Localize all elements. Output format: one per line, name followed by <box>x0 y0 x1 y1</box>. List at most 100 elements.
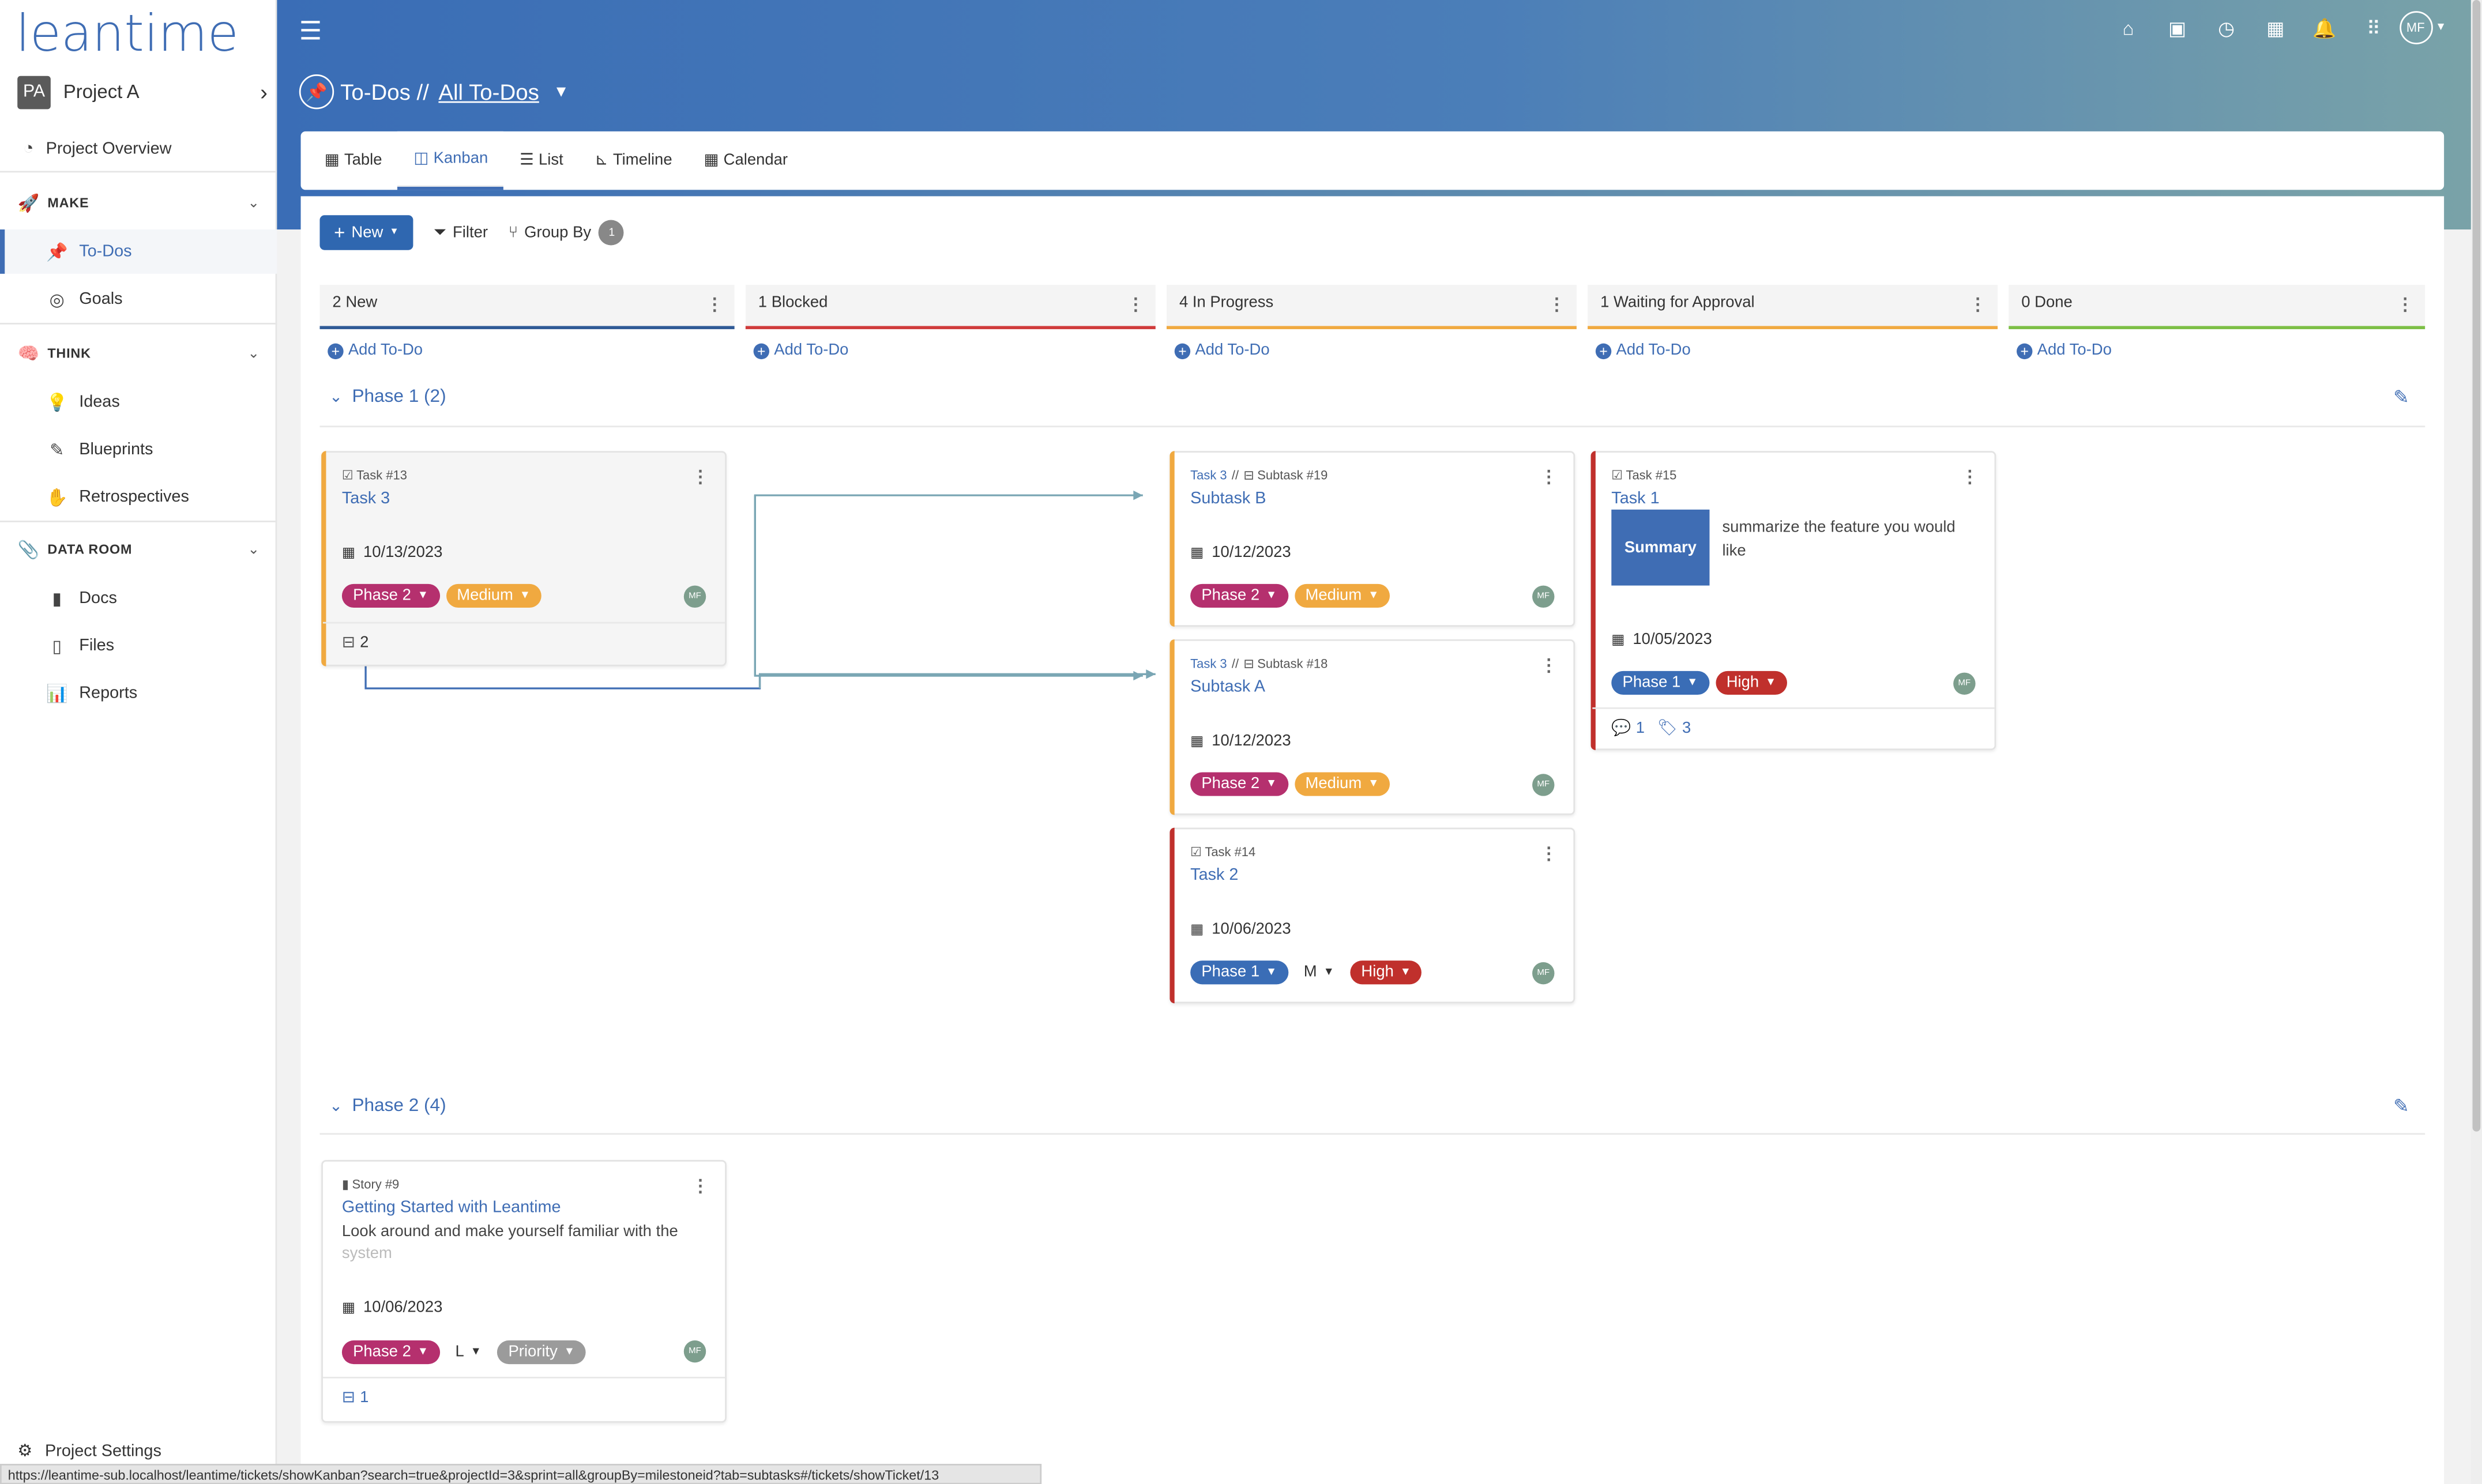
avatar: MF <box>2398 11 2432 44</box>
briefcase-icon[interactable]: ▣ <box>2153 17 2202 39</box>
sidebar-item-todos[interactable]: 📌 To-Dos <box>0 229 277 274</box>
tag-icon[interactable]: 🏷 <box>1657 720 1678 737</box>
due-date[interactable]: ▦ 10/12/2023 <box>1190 544 1291 562</box>
priority-dropdown[interactable]: Medium ▼ <box>1294 772 1390 796</box>
home-icon[interactable]: ⌂ <box>2104 17 2153 39</box>
section-label: MAKE <box>47 194 89 211</box>
ticket-title[interactable]: Subtask B <box>1190 489 1266 508</box>
tab-table[interactable]: ▦ Table <box>309 131 398 190</box>
summary-block: Summary <box>1611 509 1710 586</box>
card-header: Task 3 // ⊟ Subtask #18 <box>1190 657 1328 671</box>
sidebar-item-label: Project Overview <box>46 139 172 159</box>
scrollbar[interactable] <box>2470 0 2482 1484</box>
comment-count[interactable]: 1 <box>1636 720 1645 737</box>
caret-down-icon: ▼ <box>1687 677 1698 689</box>
sidebar-item-project-settings[interactable]: ⚙ Project Settings <box>17 1442 161 1461</box>
milestone-dropdown[interactable]: Phase 1 ▼ <box>1611 671 1709 695</box>
tab-timeline[interactable]: ⊾ Timeline <box>579 131 688 190</box>
due-date[interactable]: ▦ 10/13/2023 <box>342 544 443 562</box>
effort-dropdown[interactable]: L ▼ <box>446 1340 491 1365</box>
sidebar-section-think[interactable]: 🧠 THINK ⌄ <box>0 331 277 375</box>
kebab-icon[interactable]: ⋮ <box>692 467 709 487</box>
ticket-card[interactable]: ▮ Story #9 ⋮ Getting Started with Leantim… <box>321 1160 727 1423</box>
ticket-title[interactable]: Task 1 <box>1611 489 1659 508</box>
calendar-icon[interactable]: ▦ <box>2251 17 2300 39</box>
chevron-right-icon: › <box>260 79 268 105</box>
tab-kanban[interactable]: ◫ Kanban <box>397 131 504 190</box>
card-tags: Phase 2 ▼ L ▼ Priority ▼ <box>341 1340 592 1365</box>
ticket-title[interactable]: Subtask A <box>1190 677 1265 696</box>
priority-dropdown[interactable]: Medium ▼ <box>446 583 542 608</box>
edit-icon[interactable]: ✎ <box>2393 1095 2409 1117</box>
due-date[interactable]: ▦ 10/05/2023 <box>1611 631 1712 649</box>
card-footer[interactable]: ⊟ 2 <box>322 622 725 663</box>
avatar[interactable]: MF <box>1532 774 1555 796</box>
sidebar-item-ideas[interactable]: 💡 Ideas <box>0 380 277 424</box>
sidebar-section-make[interactable]: 🚀 MAKE ⌄ <box>0 180 277 225</box>
avatar[interactable]: MF <box>1532 962 1555 985</box>
caret-down-icon: ▼ <box>519 590 531 602</box>
sidebar-section-data-room[interactable]: 📎 DATA ROOM ⌄ <box>0 527 277 571</box>
parent-link[interactable]: Task 3 <box>1190 657 1227 671</box>
menu-toggle-icon[interactable]: ☰ <box>299 16 322 47</box>
sidebar-item-docs[interactable]: ▮ Docs <box>0 576 277 620</box>
ticket-card[interactable]: Task 3 // ⊟ Subtask #18 ⋮ Subtask A ▦ 10/12/… <box>1169 639 1575 815</box>
kebab-icon[interactable]: ⋮ <box>1540 467 1558 487</box>
ticket-type-id: Task #14 <box>1205 845 1256 860</box>
priority-dropdown[interactable]: Priority ▼ <box>497 1340 586 1365</box>
clock-icon[interactable]: ◷ <box>2202 17 2251 39</box>
priority-dropdown[interactable]: Medium ▼ <box>1294 583 1390 608</box>
ticket-title[interactable]: Getting Started with Leantime <box>342 1198 561 1217</box>
tab-list[interactable]: ☰ List <box>504 131 579 190</box>
sidebar-item-blueprints[interactable]: ✎ Blueprints <box>0 427 277 472</box>
milestone-dropdown[interactable]: Phase 2 ▼ <box>1190 772 1288 796</box>
sidebar-item-project-overview[interactable]: ◔ Project Overview <box>0 127 277 171</box>
milestone-dropdown[interactable]: Phase 1 ▼ <box>1190 961 1288 985</box>
ticket-card[interactable]: ☑ Task #14 ⋮ Task 2 ▦ 10/06/2023 Phase 1 ▼ … <box>1169 827 1575 1004</box>
effort-dropdown[interactable]: M ▼ <box>1294 961 1344 985</box>
avatar[interactable]: MF <box>1953 672 1976 695</box>
ticket-title[interactable]: Task 3 <box>342 489 390 508</box>
tag-count[interactable]: 3 <box>1682 720 1691 737</box>
date-value: 10/05/2023 <box>1633 631 1712 649</box>
kebab-icon[interactable]: ⋮ <box>1540 655 1558 676</box>
avatar[interactable]: MF <box>1532 585 1555 608</box>
due-date[interactable]: ▦ 10/06/2023 <box>342 1300 443 1317</box>
scrollbar-thumb[interactable] <box>2472 0 2481 1132</box>
parent-link[interactable]: Task 3 <box>1190 468 1227 483</box>
ticket-type-id: Subtask #18 <box>1257 657 1328 671</box>
milestone-dropdown[interactable]: Phase 2 ▼ <box>341 583 440 608</box>
kebab-icon[interactable]: ⋮ <box>1961 467 1979 487</box>
caret-down-icon[interactable]: ▼ <box>554 83 569 100</box>
sidebar-item-reports[interactable]: 📊 Reports <box>0 671 277 715</box>
card-footer[interactable]: ⊟ 1 <box>322 1377 725 1418</box>
apps-grid-icon[interactable]: ⠿ <box>2349 17 2398 39</box>
priority-dropdown[interactable]: High ▼ <box>1715 671 1788 695</box>
status-color-bar <box>1169 639 1175 815</box>
leantime-logo[interactable]: leantime <box>16 3 238 63</box>
bell-icon[interactable]: 🔔 <box>2300 17 2349 39</box>
avatar[interactable]: MF <box>683 1340 706 1363</box>
ticket-title[interactable]: Task 2 <box>1190 865 1238 884</box>
comments-icon[interactable]: 💬 <box>1611 720 1631 737</box>
kebab-icon[interactable]: ⋮ <box>1540 843 1558 864</box>
milestone-dropdown[interactable]: Phase 2 ▼ <box>341 1340 440 1365</box>
kebab-icon[interactable]: ⋮ <box>692 1176 709 1196</box>
ticket-card[interactable]: ☑ Task #13 ⋮ Task 3 ▦ 10/13/2023 Phase 2 ▼ … <box>321 451 727 666</box>
breadcrumb-link-all-todos[interactable]: All To-Dos <box>438 79 539 104</box>
ticket-card[interactable]: ☑ Task #15 ⋮ Task 1 Summary summarize the… <box>1590 451 1996 751</box>
avatar[interactable]: MF <box>683 585 706 608</box>
sidebar-item-files[interactable]: ▯ Files <box>0 623 277 668</box>
due-date[interactable]: ▦ 10/12/2023 <box>1190 733 1291 750</box>
project-selector[interactable]: PA Project A › <box>17 74 268 109</box>
user-menu[interactable]: MF ▼ <box>2398 11 2447 44</box>
milestone-dropdown[interactable]: Phase 2 ▼ <box>1190 583 1288 608</box>
ticket-card[interactable]: Task 3 // ⊟ Subtask #19 ⋮ Subtask B ▦ 10/12/… <box>1169 451 1575 627</box>
sidebar-item-goals[interactable]: ◎ Goals <box>0 277 277 321</box>
sidebar-item-retrospectives[interactable]: ✋ Retrospectives <box>0 474 277 519</box>
due-date[interactable]: ▦ 10/06/2023 <box>1190 921 1291 939</box>
priority-dropdown[interactable]: High ▼ <box>1350 961 1423 985</box>
tab-calendar[interactable]: ▦ Calendar <box>688 131 804 190</box>
subtask-count: 2 <box>360 634 369 652</box>
phase-group-header[interactable]: ⌄ Phase 2 (4) ✎ <box>329 1095 2425 1117</box>
